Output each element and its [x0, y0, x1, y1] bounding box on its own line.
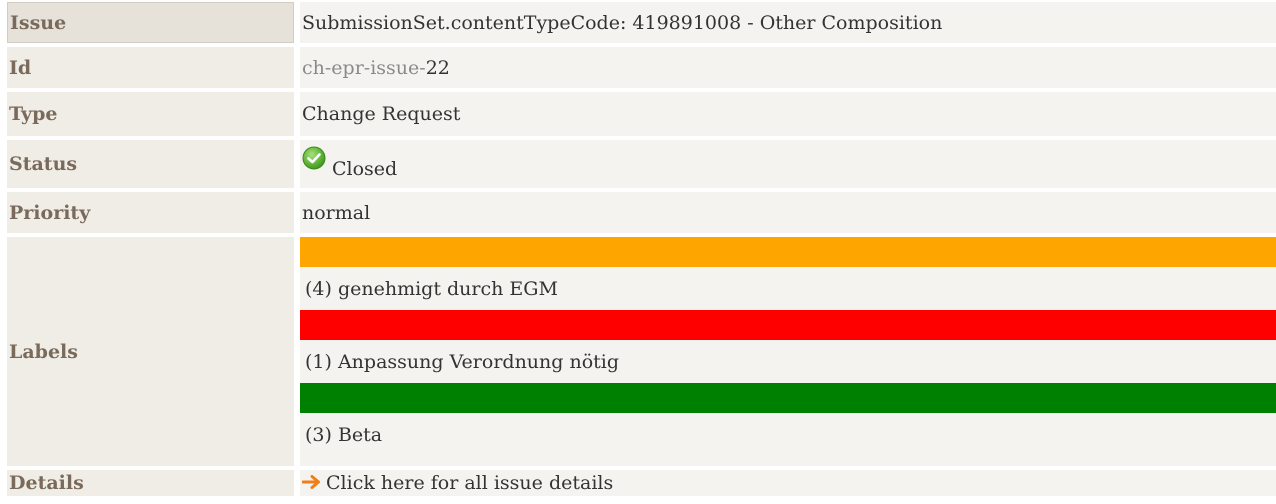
type-value: Change Request [300, 92, 1276, 136]
status-value: Closed [300, 140, 1276, 188]
label-color-bar [300, 383, 1276, 413]
type-label: Type [7, 92, 294, 136]
row-details: Details Click here for all issue details [0, 468, 1276, 498]
priority-value: normal [300, 192, 1276, 233]
labels-label: Labels [7, 237, 294, 466]
details-value: Click here for all issue details [300, 470, 1276, 496]
issue-value: SubmissionSet.contentTypeCode: 419891008… [300, 2, 1276, 43]
status-label: Status [7, 140, 294, 188]
issue-table: Issue SubmissionSet.contentTypeCode: 419… [0, 0, 1276, 498]
status-text: Closed [332, 158, 398, 180]
priority-label: Priority [7, 192, 294, 233]
row-id: Id ch-epr-issue- 22 [0, 45, 1276, 90]
row-labels: Labels (4) genehmigt durch EGM (1) Anpas… [0, 235, 1276, 468]
row-issue: Issue SubmissionSet.contentTypeCode: 419… [0, 0, 1276, 45]
label-color-bar [300, 237, 1276, 267]
id-value: ch-epr-issue- 22 [300, 47, 1276, 88]
issue-label: Issue [7, 2, 294, 43]
labels-value: (4) genehmigt durch EGM (1) Anpassung Ve… [300, 237, 1276, 466]
label-color-bar [300, 310, 1276, 340]
label-text: (4) genehmigt durch EGM [305, 277, 558, 300]
details-link[interactable]: Click here for all issue details [326, 472, 613, 494]
check-circle-icon [302, 146, 326, 170]
row-type: Type Change Request [0, 90, 1276, 138]
label-text: (1) Anpassung Verordnung nötig [305, 350, 620, 373]
id-number: 22 [425, 56, 450, 79]
details-label: Details [7, 470, 294, 496]
id-prefix: ch-epr-issue- [302, 56, 426, 79]
id-label: Id [7, 47, 294, 88]
label-text: (3) Beta [305, 423, 383, 446]
row-status: Status Closed [0, 138, 1276, 190]
row-priority: Priority normal [0, 190, 1276, 235]
arrow-right-icon [302, 475, 320, 489]
